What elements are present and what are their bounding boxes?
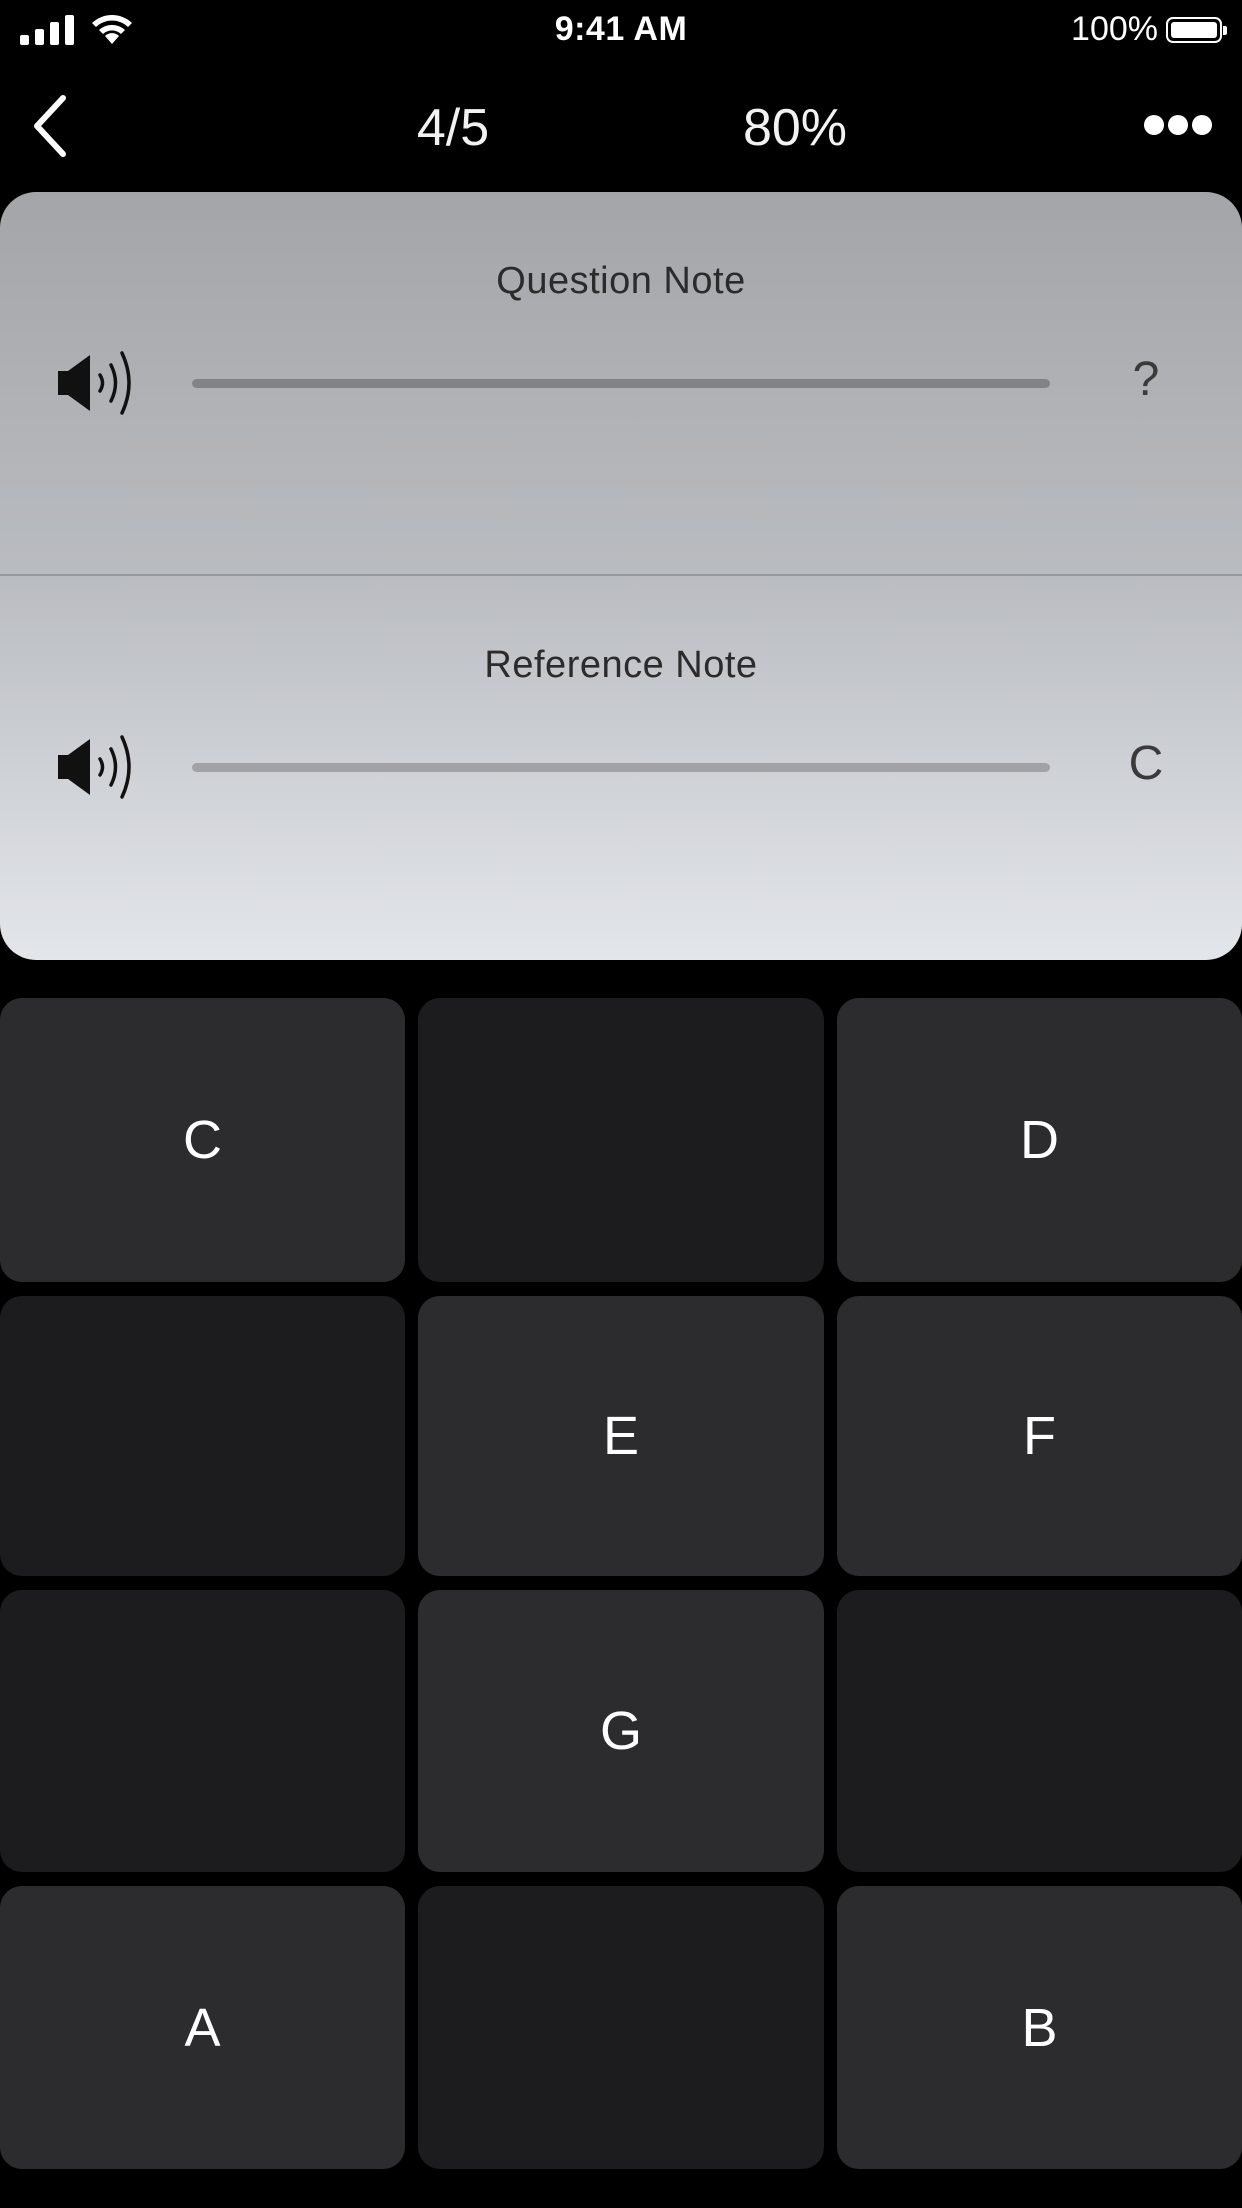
battery-icon	[1166, 16, 1227, 43]
ellipsis-icon	[1144, 115, 1212, 135]
nav-bar: 4/5 80%	[0, 62, 1242, 192]
battery-percentage: 100%	[1071, 10, 1158, 48]
question-note-track	[192, 379, 1050, 388]
reference-note-value: C	[1128, 737, 1164, 790]
blank-key	[418, 998, 824, 1282]
note-key-c[interactable]: C	[0, 998, 405, 1282]
back-button[interactable]	[14, 86, 84, 166]
question-progress: 4/5	[416, 99, 490, 157]
question-note-value: ?	[1132, 353, 1160, 406]
status-bar: 9:41 AM 100%	[0, 0, 1242, 62]
status-time: 9:41 AM	[554, 10, 688, 48]
chevron-left-icon	[34, 95, 66, 157]
note-key-e[interactable]: E	[418, 1296, 824, 1576]
reference-note-title: Reference Note	[484, 644, 758, 686]
speaker-icon[interactable]	[56, 731, 142, 803]
answer-grid: C D E F G A B	[0, 998, 1242, 2170]
note-key-f[interactable]: F	[837, 1296, 1242, 1576]
reference-note-section: Reference Note C	[0, 576, 1242, 960]
more-button[interactable]	[1128, 90, 1228, 160]
reference-note-track	[192, 763, 1050, 772]
blank-key	[418, 1886, 824, 2169]
note-key-g[interactable]: G	[418, 1590, 824, 1872]
note-key-a[interactable]: A	[0, 1886, 405, 2169]
blank-key	[0, 1590, 405, 1872]
blank-key	[0, 1296, 405, 1576]
status-right: 100%	[1071, 10, 1227, 49]
score-percentage: 80%	[742, 99, 848, 157]
question-note-title: Question Note	[496, 260, 746, 302]
note-key-b[interactable]: B	[837, 1886, 1242, 2169]
note-key-d[interactable]: D	[837, 998, 1242, 1282]
notes-card: Question Note ? Reference Note C	[0, 192, 1242, 960]
question-note-section: Question Note ?	[0, 192, 1242, 576]
blank-key	[837, 1590, 1242, 1872]
speaker-icon[interactable]	[56, 347, 142, 419]
